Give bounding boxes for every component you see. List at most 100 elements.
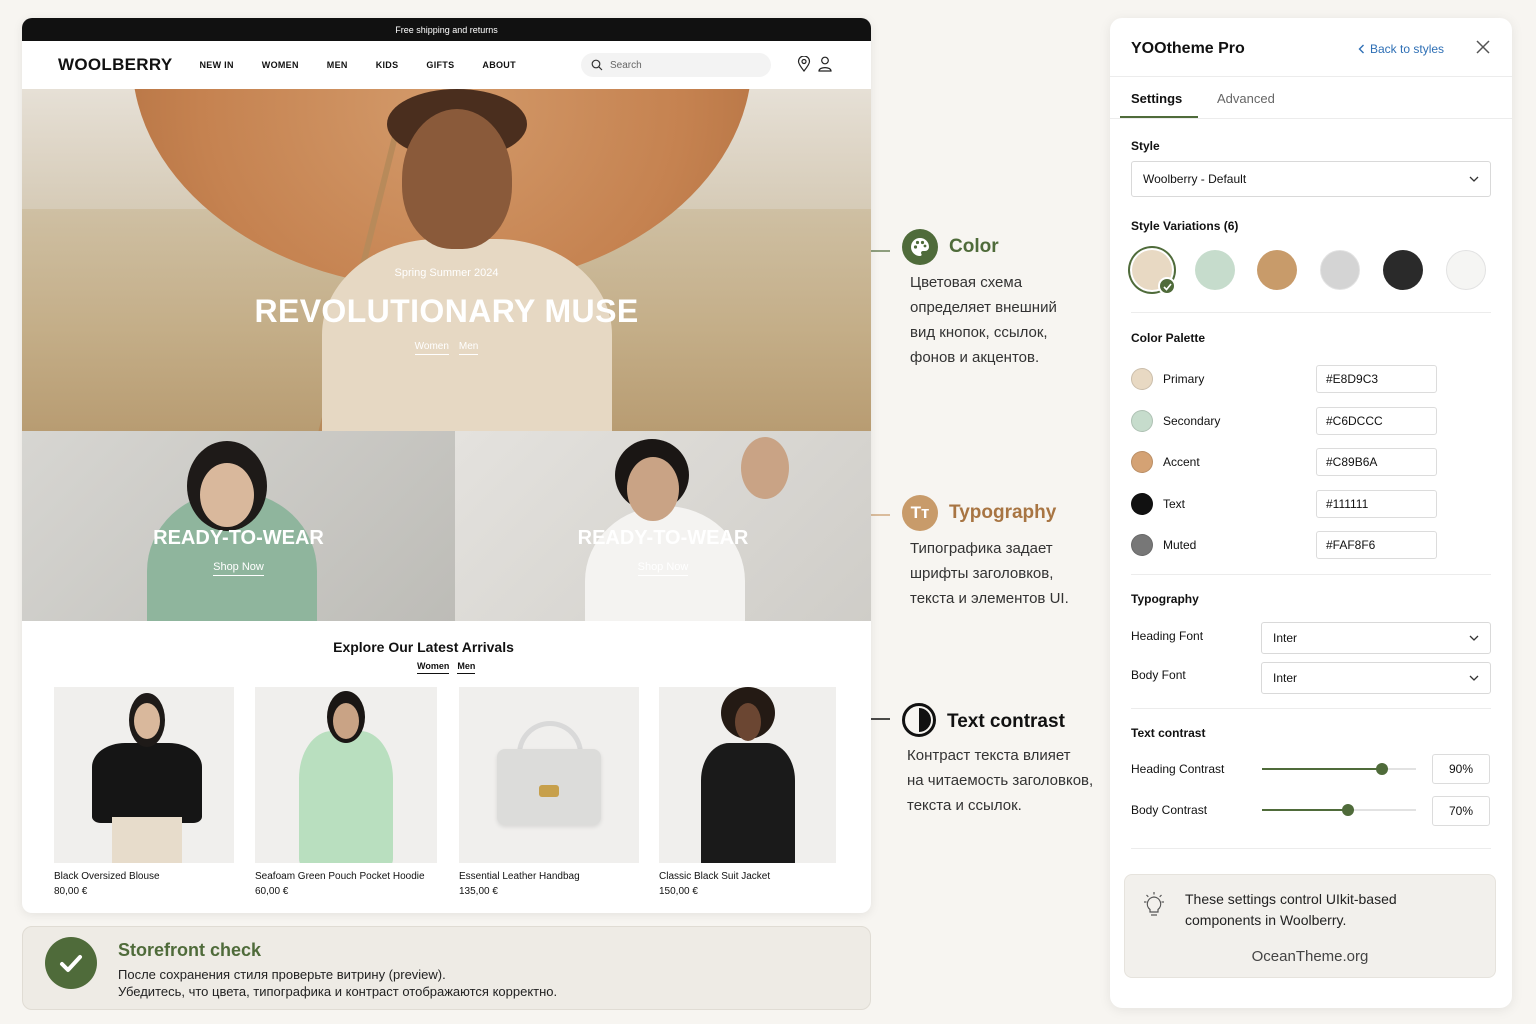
storefront-preview: Free shipping and returns WOOLBERRY NEW … (22, 18, 871, 913)
nav-item-gifts[interactable]: GIFTS (426, 60, 454, 70)
chevron-down-icon (1469, 635, 1479, 641)
body-contrast-label: Body Contrast (1131, 803, 1208, 817)
style-variation-swatch[interactable] (1383, 250, 1423, 290)
shop-now-link[interactable]: Shop Now (213, 561, 264, 576)
product-price: 80,00 € (54, 886, 88, 897)
heading-contrast-slider[interactable] (1262, 763, 1416, 775)
search-placeholder: Search (610, 59, 642, 71)
product-card[interactable]: Black Oversized Blouse 80,00 € (54, 687, 234, 897)
body-contrast-slider[interactable] (1262, 804, 1416, 816)
chevron-left-icon (1358, 44, 1364, 54)
announcement-bar: Free shipping and returns (22, 18, 871, 41)
hero-link-men[interactable]: Men (458, 341, 479, 355)
palette-name: Accent (1163, 455, 1200, 469)
palette-swatch-text[interactable] (1131, 493, 1153, 515)
style-variations-label: Style Variations (6) (1131, 219, 1239, 233)
nav-item-kids[interactable]: KIDS (376, 60, 399, 70)
palette-hex-input[interactable]: #C6DCCC (1316, 407, 1437, 435)
category-tile-men[interactable]: READY-TO-WEAR Shop Now (455, 431, 871, 621)
style-variation-swatch[interactable] (1320, 250, 1360, 290)
lightbulb-icon (1144, 892, 1164, 916)
note-text: These settings control UIkit-based compo… (1185, 891, 1397, 928)
product-image (255, 687, 437, 863)
product-image (459, 687, 639, 863)
heading-contrast-value[interactable]: 90% (1432, 754, 1490, 784)
panel-title: YOOtheme Pro (1131, 40, 1245, 57)
nav-item-men[interactable]: MEN (327, 60, 348, 70)
palette-hex-input[interactable]: #C89B6A (1316, 448, 1437, 476)
product-name: Black Oversized Blouse (54, 871, 160, 882)
text-contrast-label: Text contrast (1131, 726, 1206, 740)
tab-advanced[interactable]: Advanced (1217, 91, 1275, 106)
yootheme-settings-panel: YOOtheme Pro Back to styles Settings Adv… (1110, 18, 1512, 1008)
body-font-select[interactable]: Inter (1261, 662, 1491, 694)
chevron-down-icon (1469, 675, 1479, 681)
product-image (659, 687, 836, 863)
heading-font-select[interactable]: Inter (1261, 622, 1491, 654)
arrivals-tab-men[interactable]: Men (457, 661, 476, 674)
body-font-value: Inter (1273, 671, 1298, 685)
product-card[interactable]: Classic Black Suit Jacket 150,00 € (659, 687, 836, 897)
arrivals-title: Explore Our Latest Arrivals (333, 639, 514, 655)
storefront-check-card: Storefront check После сохранения стиля … (22, 926, 871, 1010)
tab-settings[interactable]: Settings (1131, 91, 1182, 106)
category-tile-women[interactable]: READY-TO-WEAR Shop Now (22, 431, 455, 621)
slider-handle[interactable] (1342, 804, 1355, 816)
search-input[interactable]: Search (581, 53, 771, 77)
hero-link-women[interactable]: Women (414, 341, 449, 355)
product-image (54, 687, 234, 863)
checkmark-icon (60, 955, 82, 972)
chevron-down-icon (1469, 176, 1479, 182)
back-to-styles-link[interactable]: Back to styles (1358, 42, 1444, 56)
slider-handle[interactable] (1376, 763, 1389, 775)
contrast-callout-title: Text contrast (947, 711, 1065, 732)
body-contrast-value[interactable]: 70% (1432, 796, 1490, 826)
location-pin-icon[interactable] (797, 56, 811, 72)
product-price: 150,00 € (659, 886, 698, 897)
store-logo[interactable]: WOOLBERRY (58, 55, 172, 75)
arrivals-tab-women[interactable]: Women (417, 661, 450, 674)
nav-menu: NEW IN WOMEN MEN KIDS GIFTS ABOUT (199, 60, 515, 70)
product-card[interactable]: Essential Leather Handbag 135,00 € (459, 687, 639, 897)
palette-icon (902, 229, 938, 265)
hero-title: REVOLUTIONARY MUSE (254, 293, 639, 329)
typography-callout-title: Typography (949, 502, 1057, 523)
body-font-label: Body Font (1131, 668, 1186, 682)
site-credit: OceanTheme.org (1251, 948, 1369, 965)
nav-item-new-in[interactable]: NEW IN (199, 60, 233, 70)
palette-swatch-secondary[interactable] (1131, 410, 1153, 432)
nav-item-women[interactable]: WOMEN (262, 60, 299, 70)
palette-name: Text (1163, 497, 1186, 511)
close-icon[interactable] (1476, 40, 1490, 54)
style-variation-swatch[interactable] (1257, 250, 1297, 290)
product-price: 135,00 € (459, 886, 498, 897)
palette-hex-input[interactable]: #FAF8F6 (1316, 531, 1437, 559)
category-title: READY-TO-WEAR (153, 527, 324, 549)
palette-name: Muted (1163, 538, 1197, 552)
check-line-1: После сохранения стиля проверьте витрину… (118, 967, 446, 982)
palette-name: Primary (1163, 372, 1205, 386)
style-select-value: Woolberry - Default (1143, 172, 1247, 186)
nav-item-about[interactable]: ABOUT (482, 60, 516, 70)
style-select[interactable]: Woolberry - Default (1131, 161, 1491, 197)
user-account-icon[interactable] (818, 56, 832, 72)
check-title: Storefront check (118, 940, 262, 960)
product-name: Seafoam Green Pouch Pocket Hoodie (255, 871, 425, 882)
contrast-callout-body: Контраст текста влияет на читаемость заг… (907, 747, 1094, 814)
product-name: Classic Black Suit Jacket (659, 871, 771, 882)
style-variation-swatch[interactable] (1195, 250, 1235, 290)
palette-swatch-muted[interactable] (1131, 534, 1153, 556)
category-title: READY-TO-WEAR (577, 527, 749, 549)
palette-swatch-primary[interactable] (1131, 368, 1153, 390)
palette-swatch-accent[interactable] (1131, 451, 1153, 473)
heading-font-value: Inter (1273, 631, 1298, 645)
back-link-label: Back to styles (1370, 42, 1445, 56)
palette-hex-input[interactable]: #111111 (1316, 490, 1437, 518)
palette-hex-input[interactable]: #E8D9C3 (1316, 365, 1437, 393)
shop-now-link[interactable]: Shop Now (637, 561, 689, 576)
heading-font-label: Heading Font (1131, 629, 1204, 643)
info-note: These settings control UIkit-based compo… (1124, 874, 1496, 978)
contrast-icon (902, 703, 936, 737)
product-card[interactable]: Seafoam Green Pouch Pocket Hoodie 60,00 … (255, 687, 437, 897)
style-variation-swatch[interactable] (1446, 250, 1486, 290)
